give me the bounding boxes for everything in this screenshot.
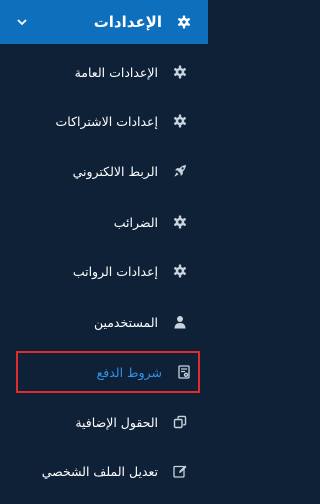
settings-header-title: الإعدادات	[94, 13, 192, 31]
menu-item-additional-fields[interactable]: الحقول الإضافية	[0, 402, 208, 442]
menu-item-label: الضرائب	[113, 214, 158, 230]
menu-item-payment-terms[interactable]: شروط الدفع	[16, 351, 200, 393]
gear-icon	[172, 113, 188, 129]
gear-icon	[172, 64, 188, 80]
menu-item-users[interactable]: المستخدمين	[0, 302, 208, 342]
edit-profile-icon	[172, 463, 188, 479]
menu-item-general-settings[interactable]: الإعدادات العامة	[0, 52, 208, 92]
menu-item-label: الإعدادات العامة	[74, 64, 158, 80]
gear-icon	[172, 214, 188, 230]
settings-sidebar: الإعدادات الإعدادات العامة إعدادات الاشت…	[0, 0, 208, 504]
gear-icon	[172, 263, 188, 279]
chevron-down-icon[interactable]	[14, 14, 30, 30]
menu-item-label: شروط الدفع	[96, 364, 162, 380]
menu-item-label: الحقول الإضافية	[75, 414, 158, 430]
rocket-icon	[172, 163, 188, 179]
menu-item-label: إعدادات الرواتب	[72, 263, 158, 279]
menu-item-payroll-settings[interactable]: إعدادات الرواتب	[0, 251, 208, 291]
menu-item-edit-profile[interactable]: تعديل الملف الشخصي	[0, 451, 208, 491]
menu-item-label: الربط الالكتروني	[72, 163, 158, 179]
menu-item-label: المستخدمين	[93, 314, 158, 330]
menu-item-subscription-settings[interactable]: إعدادات الاشتراكات	[0, 101, 208, 141]
menu-item-electronic-integration[interactable]: الربط الالكتروني	[0, 151, 208, 191]
payment-terms-icon	[176, 364, 192, 380]
user-icon	[172, 314, 188, 330]
menu-item-label: تعديل الملف الشخصي	[41, 463, 158, 479]
menu-item-taxes[interactable]: الضرائب	[0, 202, 208, 242]
settings-header-label: الإعدادات	[93, 13, 162, 31]
gear-icon	[176, 14, 192, 30]
menu-item-label: إعدادات الاشتراكات	[55, 113, 159, 129]
settings-menu-header[interactable]: الإعدادات	[0, 0, 208, 44]
copy-fields-icon	[172, 414, 188, 430]
